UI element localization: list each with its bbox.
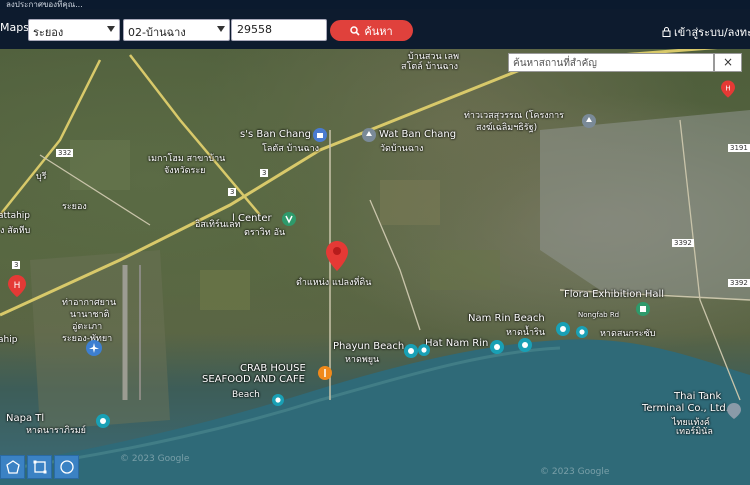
chevron-down-icon [217,26,225,32]
beach-icon[interactable] [576,323,588,342]
restaurant-icon[interactable] [318,365,332,384]
road-shield: 3 [260,169,269,177]
map-label: จังหวัดระย [164,166,206,176]
svg-text:H: H [14,281,21,291]
shopping-icon[interactable] [313,127,327,146]
map-label: SEAFOOD AND CAFE [202,374,305,385]
map-label: attahip [0,211,31,221]
map-label: Nam Rin Beach [468,313,545,324]
chevron-down-icon [107,26,115,32]
map-label: สงฆ์เฉลิมฯธิรัฐ) [476,123,538,133]
map-label: หาดพยูน [345,355,380,365]
polygon-icon [5,460,20,474]
map-label: ง สัตหีบ [0,226,31,236]
circle-icon [59,460,74,474]
rectangle-tool-button[interactable] [27,455,52,479]
hospital-icon[interactable]: H [8,275,26,301]
top-banner: ลงประกาศของที่คุณ... [0,0,750,9]
map-label: สโตล์ บ้านฉาง [401,62,459,72]
location-pin-icon[interactable] [727,403,741,423]
code-input[interactable]: 29558 [231,19,327,41]
beach-icon[interactable] [272,391,284,410]
close-button[interactable]: × [714,53,742,72]
map-label: หาดสนกระซับ [600,329,656,339]
place-search-input[interactable]: ค้นหาสถานที่สำคัญ [508,53,714,72]
hospital-icon[interactable]: H [721,80,735,102]
satellite-map[interactable]: 332 3 3 3 3191 3392 3392 บ้านสวน เลพ สโต… [0,49,750,485]
lock-icon [662,27,671,37]
beach-icon[interactable] [490,339,504,358]
location-pin-icon[interactable] [326,241,348,275]
brand-label: Maps [0,21,29,34]
map-copyright: © 2023 Google [540,467,610,477]
map-label: โลตัส บ้านฉาง [262,144,320,154]
map-copyright: © 2023 Google [120,454,190,464]
district-select[interactable]: 02-บ้านฉาง [123,19,230,41]
airport-icon[interactable] [86,340,102,360]
temple-icon[interactable] [582,113,596,132]
landmark-icon[interactable] [636,301,650,320]
map-label: Nongfab Rd [578,311,620,319]
beach-icon[interactable] [418,341,430,360]
map-label: CRAB HOUSE [240,363,306,374]
search-button[interactable]: ค้นหา [330,20,413,41]
circle-tool-button[interactable] [54,455,79,479]
navbar: Maps ระยอง 02-บ้านฉาง 29558 ค้นหา เข้าสู… [0,9,750,49]
map-label: ตราวิท อัน [244,228,286,238]
map-label: Wat Ban Chang [379,129,457,140]
login-link[interactable]: เข้าสู่ระบบ/ลงทะเบีย [662,23,750,41]
map-label: วัดบ้านฉาง [380,144,424,154]
target-label: ตำแหน่ง แปลงที่ดิน [296,278,372,288]
map-imagery [0,49,750,485]
map-label: s's Ban Chang [240,129,311,140]
beach-icon[interactable] [518,337,532,356]
beach-icon[interactable] [96,413,110,432]
road-shield: 3191 [728,144,750,152]
map-label: Terminal Co., Ltd. [642,403,729,414]
map-label: เทอร์มินัล [676,427,713,437]
polygon-tool-button[interactable] [0,455,25,479]
province-select[interactable]: ระยอง [28,19,120,41]
beach-icon[interactable] [404,343,418,362]
road-shield: 3392 [728,279,750,287]
map-label: Flora Exhibition Hall [564,289,665,300]
map-label: Beach [232,390,260,400]
draw-toolbar [0,455,79,479]
map-label: หาดนาราภิรมย์ [26,426,86,436]
map-label: Phayun Beach [333,341,405,352]
map-label: Thai Tank [674,391,722,402]
search-icon [350,25,360,36]
map-label: บุรี [36,172,47,182]
map-label: อิสเทิร์นเลท [195,220,241,230]
road-shield: 332 [56,149,74,157]
road-shield: 3392 [672,239,694,247]
shopping-icon[interactable] [282,211,296,230]
svg-text:H: H [725,85,730,93]
map-label: ระยอง [62,202,87,212]
map-label: Hat Nam Rin [425,338,489,349]
map-label: ahip [0,335,18,345]
beach-icon[interactable] [556,321,570,340]
rectangle-icon [33,460,46,474]
road-shield: 3 [12,261,21,269]
temple-icon[interactable] [362,127,376,146]
road-shield: 3 [228,188,237,196]
